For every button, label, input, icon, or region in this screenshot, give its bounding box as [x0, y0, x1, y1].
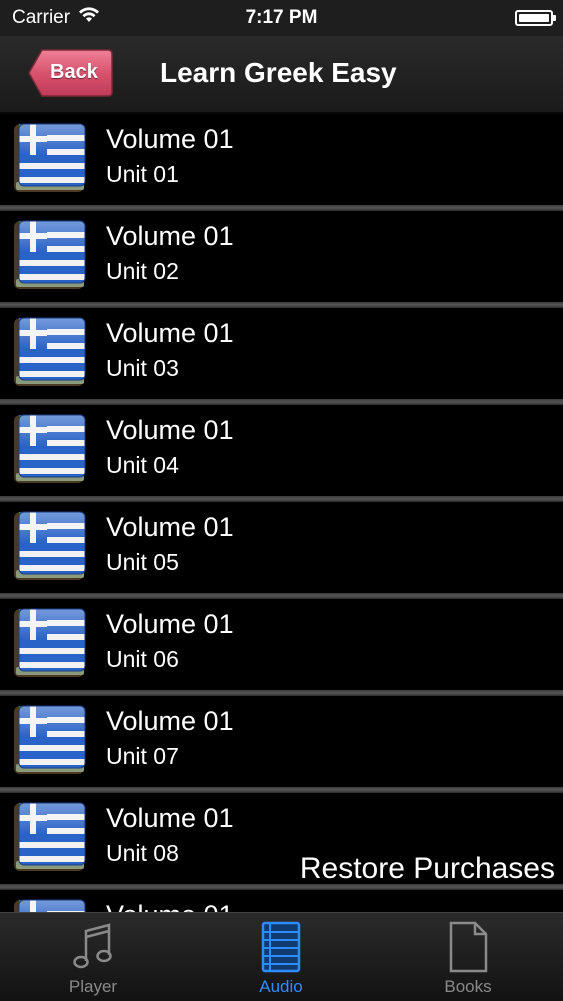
list-item-subtitle: Unit 01	[106, 161, 179, 187]
tab-books[interactable]: Books	[398, 913, 538, 1001]
list-item[interactable]: Volume 01 Unit 02	[0, 211, 563, 302]
list-item-title: Volume 01	[106, 221, 234, 251]
tab-bar: Player Audio Books	[0, 912, 563, 1001]
battery-icon	[515, 10, 556, 26]
list-item[interactable]: Volume 01 Unit 05	[0, 502, 563, 593]
music-note-icon	[71, 921, 115, 976]
tab-books-label: Books	[444, 977, 492, 996]
list-item-title: Volume 01	[106, 124, 234, 154]
page-title: Learn Greek Easy	[160, 57, 397, 88]
list-item-subtitle: Unit 03	[106, 355, 179, 381]
tab-player[interactable]: Player	[23, 913, 163, 1001]
greek-flag-book-icon	[14, 801, 86, 873]
list-item-title: Volume 01	[106, 900, 234, 912]
restore-purchases-button[interactable]: Restore Purchases	[300, 852, 555, 886]
list-item-title: Volume 01	[106, 415, 234, 445]
greek-flag-book-icon	[14, 316, 86, 388]
tab-player-label: Player	[68, 977, 118, 996]
list-item-subtitle: Unit 08	[106, 840, 179, 866]
list-item-subtitle: Unit 02	[106, 258, 179, 284]
list-item[interactable]: Volume 01 Unit 01	[0, 114, 563, 205]
list-item[interactable]: Volume 01 Unit 06	[0, 599, 563, 690]
back-button[interactable]: Back	[28, 48, 114, 98]
greek-flag-book-icon	[14, 413, 86, 485]
greek-flag-book-icon	[14, 122, 86, 194]
tab-audio[interactable]: Audio	[211, 913, 351, 1001]
list-item-title: Volume 01	[106, 706, 234, 736]
list-item[interactable]: Volume 01 Unit 07	[0, 696, 563, 787]
greek-flag-book-icon	[14, 898, 86, 912]
nav-bar: Back Learn Greek Easy	[0, 36, 563, 114]
list-item[interactable]: Volume 01 Unit 03	[0, 308, 563, 399]
unit-list: Volume 01 Unit 01 Volume 01 Unit 02 Volu…	[0, 112, 563, 912]
status-bar: Carrier 7:17 PM	[0, 0, 563, 36]
document-icon	[448, 921, 488, 978]
list-item[interactable]: Volume 01	[0, 890, 563, 912]
list-item-title: Volume 01	[106, 512, 234, 542]
list-icon	[261, 921, 301, 978]
greek-flag-book-icon	[14, 607, 86, 679]
status-time: 7:17 PM	[245, 7, 318, 28]
list-item-title: Volume 01	[106, 318, 234, 348]
list-item-subtitle: Unit 04	[106, 452, 179, 478]
greek-flag-book-icon	[14, 510, 86, 582]
list-item-title: Volume 01	[106, 609, 234, 639]
tab-audio-label: Audio	[259, 977, 303, 996]
greek-flag-book-icon	[14, 219, 86, 291]
list-item-title: Volume 01	[106, 803, 234, 833]
back-button-label: Back	[50, 61, 98, 83]
list-item-subtitle: Unit 06	[106, 646, 179, 672]
list-item-subtitle: Unit 07	[106, 743, 179, 769]
list-item-subtitle: Unit 05	[106, 549, 179, 575]
list-item[interactable]: Volume 01 Unit 04	[0, 405, 563, 496]
greek-flag-book-icon	[14, 704, 86, 776]
